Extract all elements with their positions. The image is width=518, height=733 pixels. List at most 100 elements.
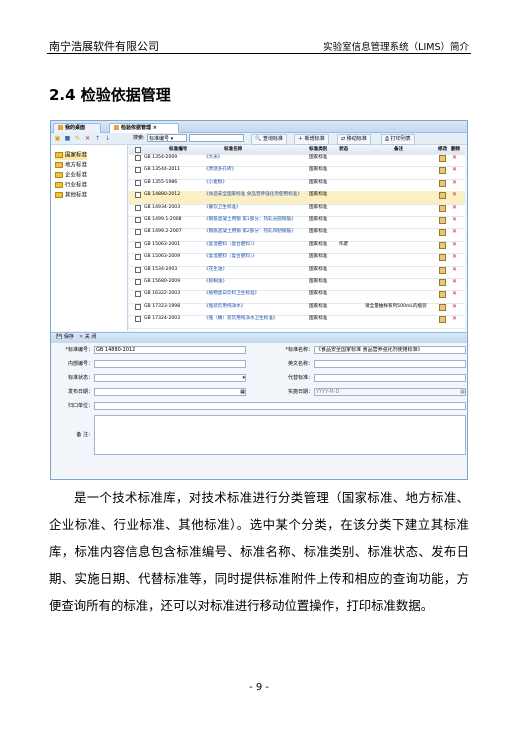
delete-icon[interactable]: ✕ (452, 266, 457, 273)
delete-icon[interactable]: ✕ (452, 191, 457, 198)
edit-icon[interactable] (439, 229, 446, 237)
row-action[interactable] (439, 179, 446, 190)
delete-icon[interactable]: ✕ (84, 135, 91, 142)
row-action[interactable] (439, 241, 446, 252)
row-action[interactable] (439, 228, 446, 239)
row-action[interactable] (135, 228, 141, 238)
print-button[interactable]: ⎙ 打印列表 (381, 134, 415, 145)
save-icon[interactable]: ■ (64, 135, 71, 142)
table-row[interactable]: GB 15063-2009 《复混肥料（复合肥料）》 国家标准 ✕ (129, 253, 465, 267)
table-row[interactable]: GB 13544-2011 《原烧多孔砖》 国家标准 ✕ (129, 166, 465, 180)
new-folder-icon[interactable]: ▣ (54, 135, 61, 142)
replace-field[interactable] (314, 374, 466, 382)
impl-date-field[interactable]: YYYY-M-D ▦ (314, 388, 466, 396)
row-action[interactable] (135, 253, 141, 263)
table-row[interactable]: GB 1534-2003 《花生油》 国家标准 ✕ (129, 266, 465, 279)
row-checkbox[interactable] (135, 303, 141, 310)
table-row[interactable]: GB 14934-2003 《餐饮卫生标准》 国家标准 ✕ (129, 204, 465, 217)
query-button[interactable]: 🔍 查询标准 (251, 134, 287, 145)
row-action[interactable] (135, 290, 141, 300)
table-row[interactable]: GB 1354-2009 《大米》 国家标准 ✕ (129, 154, 465, 168)
calendar-icon[interactable]: ▦ (240, 389, 245, 395)
delete-icon[interactable]: ✕ (452, 253, 457, 260)
row-action[interactable]: ✕ (452, 241, 457, 249)
add-button[interactable]: ＋ 新增标准 (294, 134, 329, 145)
row-action[interactable]: ✕ (452, 216, 457, 224)
row-action[interactable]: ✕ (452, 303, 457, 311)
row-action[interactable] (135, 278, 141, 288)
save-form-button[interactable]: 💾 保存 (54, 334, 76, 341)
table-row[interactable]: GB 1355-1986 《小麦粉》 国家标准 ✕ (129, 179, 465, 193)
edit-icon[interactable] (439, 179, 446, 187)
row-action[interactable]: ✕ (452, 290, 457, 298)
row-action[interactable] (439, 191, 446, 202)
row-action[interactable] (135, 154, 141, 164)
tree-item-enterprise[interactable]: 企业标准 (55, 172, 87, 180)
row-action[interactable]: ✕ (452, 253, 457, 261)
row-checkbox[interactable] (135, 316, 141, 323)
edit-icon[interactable] (439, 291, 446, 299)
up-arrow-icon[interactable]: ↑ (94, 135, 101, 142)
tree-item-industry[interactable]: 行业标准 (55, 182, 87, 190)
row-action[interactable] (135, 166, 141, 176)
row-checkbox[interactable] (135, 155, 141, 161)
row-checkbox[interactable] (135, 192, 141, 199)
row-action[interactable] (135, 216, 141, 226)
row-action[interactable]: ✕ (452, 278, 457, 286)
edit-icon[interactable] (439, 204, 446, 212)
search-input[interactable] (189, 134, 244, 142)
row-checkbox[interactable] (135, 291, 141, 298)
status-select[interactable]: ▾ (94, 374, 246, 382)
edit-icon[interactable] (439, 192, 446, 200)
delete-icon[interactable]: ✕ (452, 166, 457, 173)
close-form-button[interactable]: ✕ 关 闭 (77, 334, 98, 341)
edit-icon[interactable] (439, 217, 446, 224)
row-action[interactable] (135, 191, 141, 201)
tab-desktop[interactable]: 我的桌面 (53, 123, 101, 133)
row-action[interactable] (439, 204, 446, 215)
row-action[interactable] (439, 278, 446, 289)
row-checkbox[interactable] (135, 266, 141, 273)
edit-icon[interactable] (439, 279, 446, 286)
tree-item-local[interactable]: 地方标准 (55, 162, 87, 170)
table-row[interactable]: GB 17323-1998 《瓶装饮用纯净水》 国家标准 请全量抽样系列500mL的瓶… (129, 303, 465, 317)
table-row[interactable]: GB 17324-2003 《瓶（桶）装饮用纯净水卫生标准》 国家标准 ✕ (129, 315, 465, 329)
down-arrow-icon[interactable]: ↓ (104, 135, 111, 142)
row-checkbox[interactable] (135, 229, 141, 236)
close-icon[interactable]: × (153, 125, 157, 131)
delete-icon[interactable]: ✕ (452, 241, 457, 248)
name-field[interactable]: 《食品安全国家标准 食品营养强化剂使用标准》 (314, 346, 466, 354)
row-action[interactable] (439, 253, 446, 264)
english-name-field[interactable] (314, 360, 466, 368)
row-checkbox[interactable] (135, 179, 141, 186)
row-action[interactable] (439, 303, 446, 314)
row-checkbox[interactable] (135, 241, 141, 248)
row-action[interactable]: ✕ (452, 204, 457, 212)
edit-icon[interactable] (439, 241, 446, 249)
row-action[interactable] (439, 315, 446, 326)
row-action[interactable] (135, 179, 141, 189)
row-checkbox[interactable] (135, 279, 141, 285)
inner-code-field[interactable] (94, 360, 246, 368)
publish-date-field[interactable]: ▦ (94, 388, 246, 396)
row-action[interactable] (135, 303, 141, 313)
delete-icon[interactable]: ✕ (452, 315, 457, 322)
delete-icon[interactable]: ✕ (452, 154, 457, 161)
code-field[interactable]: GB 14880-2012 (94, 346, 246, 354)
row-action[interactable] (439, 166, 446, 177)
row-checkbox[interactable] (135, 217, 141, 223)
delete-icon[interactable]: ✕ (452, 228, 457, 235)
search-field-select[interactable]: 标准编号 ▾ (147, 134, 187, 142)
row-action[interactable]: ✕ (452, 179, 457, 187)
table-row[interactable]: GB 15063-2001 《复混肥料（复合肥料）》 国家标准 作废 ✕ (129, 241, 465, 255)
row-checkbox[interactable] (135, 254, 141, 261)
delete-icon[interactable]: ✕ (452, 290, 457, 297)
row-action[interactable] (135, 204, 141, 214)
row-action[interactable] (135, 241, 141, 251)
unit-field[interactable] (94, 402, 466, 410)
table-row[interactable]: GB 14880-2012 《食品安全国家标准 食品营养强化剂使用标准》 国家标准 ✕ (129, 191, 465, 205)
remark-textarea[interactable] (94, 415, 466, 455)
edit-icon[interactable] (439, 167, 446, 175)
table-row[interactable]: GB 1499.1-2008 《钢筋混凝土用钢 第1部分：热轧光圆钢筋》 国家标准 ✕ (129, 216, 465, 230)
tab-standards[interactable]: 检验依据管理 × (109, 123, 179, 133)
